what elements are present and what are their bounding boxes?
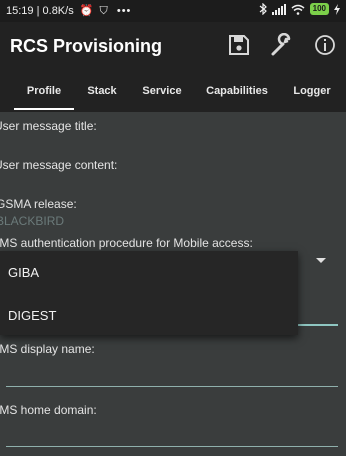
signal-icon xyxy=(271,3,286,15)
ims-display-name-label: IMS display name: xyxy=(0,342,95,356)
wrench-icon[interactable] xyxy=(270,33,294,57)
status-left: 15:19 | 0.8K/s ⏰ ⛉ ••• xyxy=(6,4,131,18)
status-time: 15:19 xyxy=(6,5,34,17)
app-title: RCS Provisioning xyxy=(10,36,163,56)
bluetooth-icon xyxy=(259,3,267,15)
tab-profile[interactable]: Profile xyxy=(14,70,74,112)
ims-display-name-field[interactable] xyxy=(6,386,338,387)
save-icon[interactable] xyxy=(227,33,251,57)
ims-auth-dropdown-menu: GIBA DIGEST xyxy=(0,251,298,335)
ims-home-domain-field[interactable] xyxy=(6,446,338,447)
ims-auth-procedure-label: IMS authentication procedure for Mobile … xyxy=(0,236,253,250)
tab-stack[interactable]: Stack xyxy=(80,70,124,112)
tab-logger[interactable]: Logger xyxy=(288,70,336,112)
info-icon[interactable] xyxy=(313,33,337,57)
shield-icon: ⛉ xyxy=(99,5,108,17)
status-bar: 15:19 | 0.8K/s ⏰ ⛉ ••• 100 xyxy=(0,0,346,22)
charging-icon xyxy=(334,3,340,15)
overflow-dots-icon: ••• xyxy=(116,5,132,17)
status-right: 100 xyxy=(259,3,340,15)
wifi-icon xyxy=(291,4,305,15)
alarm-icon: ⏰ xyxy=(79,5,94,17)
ims-home-domain-label: IMS home domain: xyxy=(0,403,97,417)
tab-service[interactable]: Service xyxy=(138,70,186,112)
dropdown-option-giba[interactable]: GIBA xyxy=(8,265,39,280)
tab-capabilities[interactable]: Capabilities xyxy=(201,70,273,112)
tab-bar: Profile Stack Service Capabilities Logge… xyxy=(0,70,346,112)
chevron-down-icon[interactable] xyxy=(316,258,326,263)
dropdown-option-digest[interactable]: DIGEST xyxy=(8,308,56,323)
battery-icon: 100 xyxy=(309,3,329,15)
user-message-title-label: User message title: xyxy=(0,119,97,133)
gsma-release-label: GSMA release: xyxy=(0,197,77,211)
status-network-speed: 0.8K/s xyxy=(42,5,74,17)
user-message-content-label: User message content: xyxy=(0,158,118,172)
app-bar: RCS Provisioning xyxy=(0,22,346,70)
gsma-release-value: BLACKBIRD xyxy=(0,214,65,228)
